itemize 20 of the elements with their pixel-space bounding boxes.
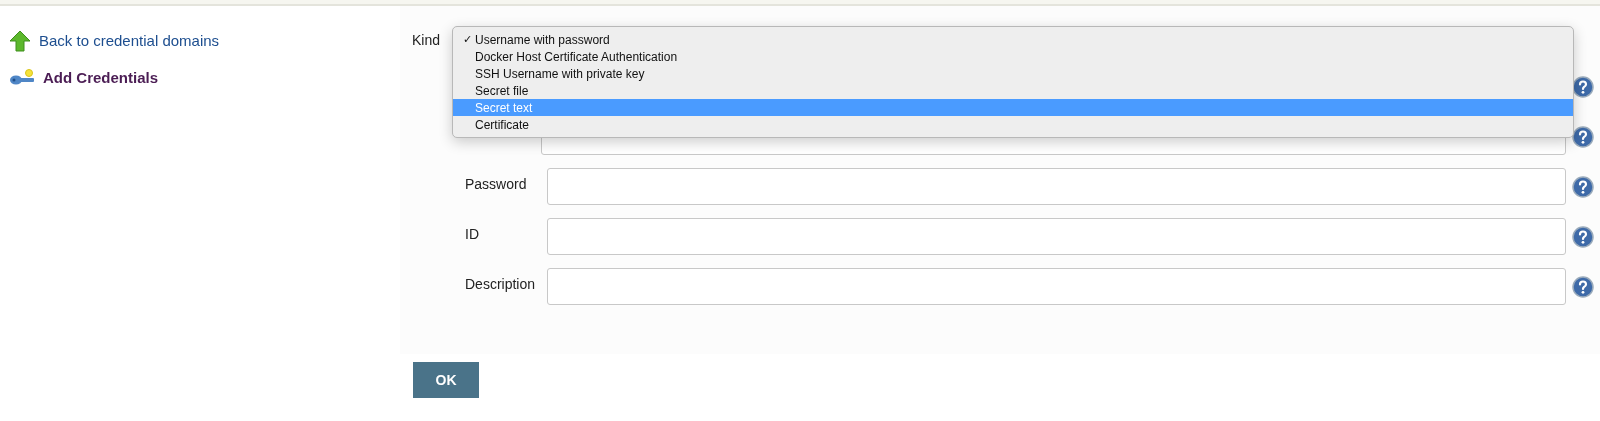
menu-item[interactable]: Certificate — [453, 116, 1573, 133]
field-label: Description — [465, 276, 536, 292]
back-link[interactable]: Back to credential domains — [39, 30, 220, 53]
help-icon[interactable] — [1572, 175, 1594, 198]
field-label: Password — [465, 176, 527, 192]
help-icon[interactable] — [1572, 275, 1594, 298]
text-field[interactable] — [547, 268, 1566, 305]
up-arrow-icon — [9, 30, 31, 53]
menu-item[interactable]: SSH Username with private key — [453, 65, 1573, 82]
ok-button[interactable]: OK — [413, 362, 479, 398]
field-label: Kind — [412, 32, 441, 48]
menu-item[interactable]: Docker Host Certificate Authentication — [453, 48, 1573, 65]
menu-item[interactable]: ✓ Username with password — [453, 31, 1573, 48]
text-field[interactable] — [547, 168, 1566, 205]
field-label: ID — [465, 226, 479, 242]
text-field[interactable] — [547, 218, 1566, 255]
page-title: Add Credentials — [43, 67, 159, 88]
help-icon[interactable] — [1572, 225, 1594, 248]
help-icon[interactable] — [1572, 125, 1594, 148]
menu-item[interactable]: Secret file — [453, 82, 1573, 99]
